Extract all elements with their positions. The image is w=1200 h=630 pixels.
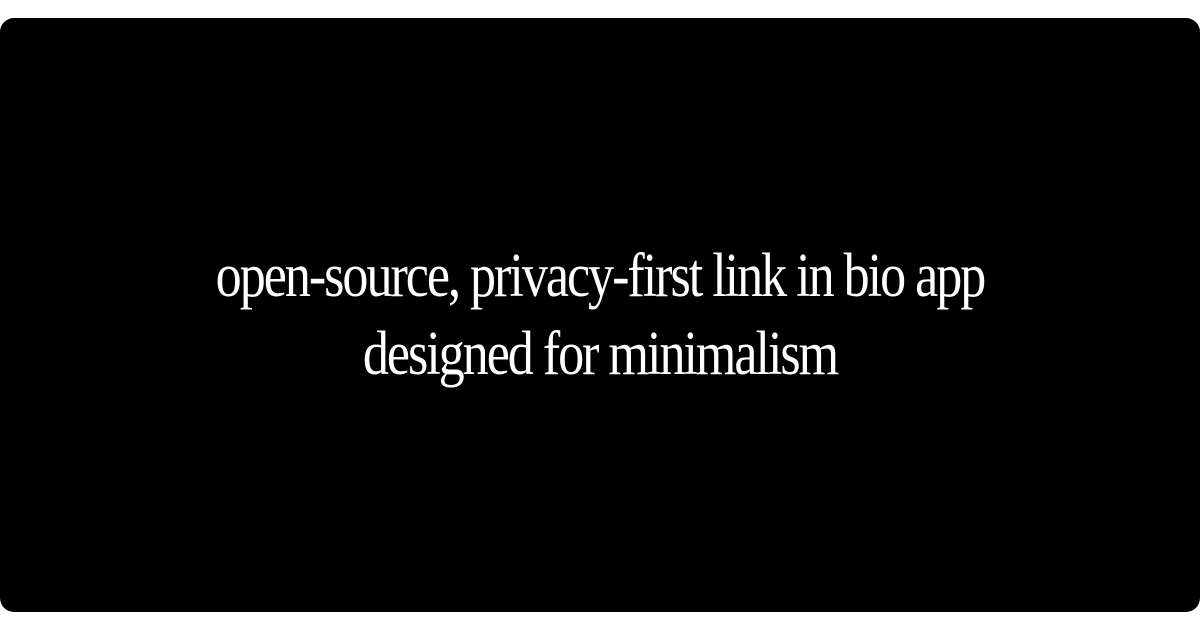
hero-banner: open-source, privacy-first link in bio a… xyxy=(0,18,1200,612)
tagline-line-2: designed for minimalism xyxy=(362,320,839,388)
tagline-heading: open-source, privacy-first link in bio a… xyxy=(180,237,1020,393)
tagline-line-1: open-source, privacy-first link in bio a… xyxy=(215,242,987,310)
og-image-page: open-source, privacy-first link in bio a… xyxy=(0,0,1200,630)
